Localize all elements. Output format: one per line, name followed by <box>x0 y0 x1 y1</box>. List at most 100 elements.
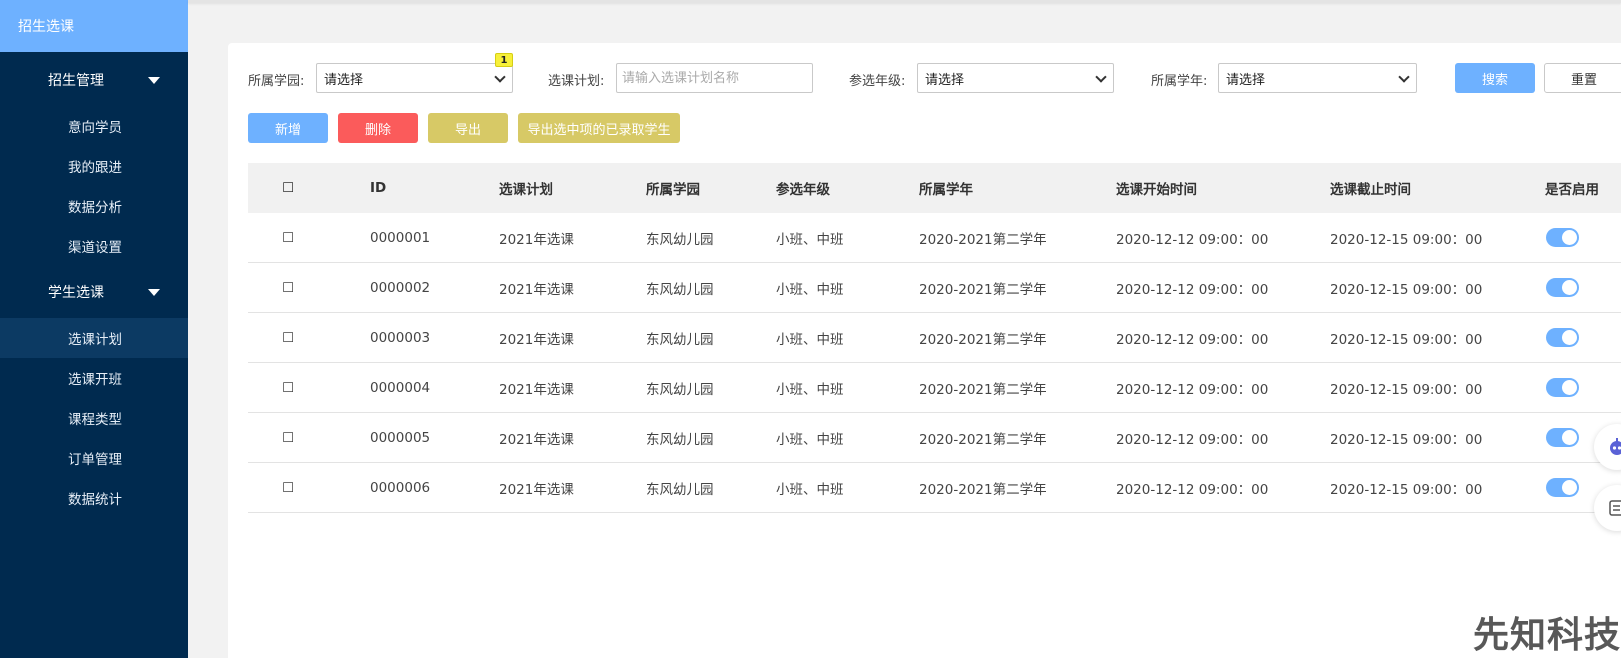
grade-select[interactable]: 请选择 <box>917 63 1114 93</box>
cell-grade: 小班、中班 <box>776 431 844 448</box>
year-select-value: 请选择 <box>1226 72 1266 88</box>
export-button[interactable]: 导出 <box>428 113 508 143</box>
year-select[interactable]: 请选择 <box>1218 63 1417 93</box>
row-checkbox[interactable]: ☐ <box>282 480 294 496</box>
plan-name-input[interactable] <box>616 63 813 93</box>
caret-down-icon <box>148 76 160 84</box>
row-checkbox[interactable]: ☐ <box>282 280 294 296</box>
cell-year: 2020-2021第二学年 <box>919 381 1047 398</box>
col-header-grade: 参选年级 <box>776 182 830 198</box>
cell-end-time: 2020-12-15 09:00：00 <box>1330 331 1483 348</box>
col-header-plan: 选课计划 <box>499 182 553 198</box>
export-selected-button[interactable]: 导出选中项的已录取学生 <box>518 113 680 143</box>
cell-start-time: 2020-12-12 09:00：00 <box>1116 431 1269 448</box>
add-button[interactable]: 新增 <box>248 113 328 143</box>
search-button[interactable]: 搜索 <box>1455 63 1535 93</box>
enabled-toggle[interactable] <box>1546 428 1579 447</box>
cell-year: 2020-2021第二学年 <box>919 481 1047 498</box>
row-checkbox[interactable]: ☐ <box>282 230 294 246</box>
col-header-year: 所属学年 <box>919 182 973 198</box>
cell-year: 2020-2021第二学年 <box>919 231 1047 248</box>
chevron-down-icon <box>1095 71 1107 83</box>
chevron-down-icon <box>494 71 506 83</box>
menu-group-enrollment[interactable]: 招生管理 <box>0 54 188 106</box>
cell-end-time: 2020-12-15 09:00：00 <box>1330 381 1483 398</box>
cell-start-time: 2020-12-12 09:00：00 <box>1116 381 1269 398</box>
cell-plan: 2021年选课 <box>499 281 574 298</box>
enabled-toggle[interactable] <box>1546 228 1579 247</box>
action-bar: 新增 删除 导出 导出选中项的已录取学生 <box>248 113 848 143</box>
cell-start-time: 2020-12-12 09:00：00 <box>1116 331 1269 348</box>
cell-end-time: 2020-12-15 09:00：00 <box>1330 481 1483 498</box>
year-filter-label: 所属学年: <box>1151 74 1208 89</box>
sidebar: 招生选课 招生管理 意向学员 我的跟进 数据分析 渠道设置 学生选课 选课计划 … <box>0 0 188 658</box>
cell-end-time: 2020-12-15 09:00：00 <box>1330 231 1483 248</box>
cell-grade: 小班、中班 <box>776 331 844 348</box>
cell-end-time: 2020-12-15 09:00：00 <box>1330 281 1483 298</box>
cell-plan: 2021年选课 <box>499 381 574 398</box>
row-checkbox[interactable]: ☐ <box>282 330 294 346</box>
cell-campus: 东风幼儿园 <box>646 281 714 298</box>
col-header-id: ID <box>370 180 387 196</box>
delete-button[interactable]: 删除 <box>338 113 418 143</box>
table-row: ☐ 0000003 2021年选课 东风幼儿园 小班、中班 2020-2021第二学年 20… <box>248 313 1621 363</box>
cell-grade: 小班、中班 <box>776 281 844 298</box>
col-header-enabled: 是否启用 <box>1545 182 1599 198</box>
grade-select-value: 请选择 <box>925 72 965 88</box>
menu-group-label: 招生管理 <box>48 73 104 89</box>
campus-filter-label: 所属学园: <box>248 74 305 89</box>
cell-year: 2020-2021第二学年 <box>919 331 1047 348</box>
row-checkbox[interactable]: ☐ <box>282 380 294 396</box>
menu-item-channels[interactable]: 渠道设置 <box>0 226 188 266</box>
cell-grade: 小班、中班 <box>776 381 844 398</box>
caret-down-icon <box>148 288 160 296</box>
select-all-checkbox[interactable]: ☐ <box>282 180 294 196</box>
cell-start-time: 2020-12-12 09:00：00 <box>1116 481 1269 498</box>
cell-year: 2020-2021第二学年 <box>919 431 1047 448</box>
table-row: ☐ 0000005 2021年选课 东风幼儿园 小班、中班 2020-2021第二学年 20… <box>248 413 1621 463</box>
cell-id: 0000004 <box>370 379 431 396</box>
menu-group-course-selection[interactable]: 学生选课 <box>0 266 188 318</box>
chevron-down-icon <box>1398 71 1410 83</box>
cell-id: 0000001 <box>370 229 431 246</box>
table-header: ☐ ID 选课计划 所属学园 参选年级 所属学年 选课开始时间 选课截止时间 是… <box>248 163 1621 213</box>
menu-item-orders[interactable]: 订单管理 <box>0 438 188 478</box>
cell-id: 0000002 <box>370 279 431 296</box>
cell-id: 0000005 <box>370 429 431 446</box>
enabled-toggle[interactable] <box>1546 278 1579 297</box>
filter-bar: 所属学园: 请选择 1 选课计划: 参选年级: 请选择 所属学年: 请选择 搜索… <box>248 53 1621 93</box>
table-row: ☐ 0000004 2021年选课 东风幼儿园 小班、中班 2020-2021第二学年 20… <box>248 363 1621 413</box>
cell-id: 0000003 <box>370 329 431 346</box>
menu-item-course-plans[interactable]: 选课计划 <box>0 318 188 358</box>
sidebar-brand[interactable]: 招生选课 <box>0 0 188 52</box>
cell-campus: 东风幼儿园 <box>646 231 714 248</box>
menu-item-followup[interactable]: 我的跟进 <box>0 146 188 186</box>
cell-campus: 东风幼儿园 <box>646 431 714 448</box>
menu-item-statistics[interactable]: 数据统计 <box>0 478 188 518</box>
menu-item-prospects[interactable]: 意向学员 <box>0 106 188 146</box>
cell-grade: 小班、中班 <box>776 231 844 248</box>
enabled-toggle[interactable] <box>1546 478 1579 497</box>
reset-button[interactable]: 重置 <box>1544 63 1621 93</box>
menu-item-course-types[interactable]: 课程类型 <box>0 398 188 438</box>
cell-plan: 2021年选课 <box>499 231 574 248</box>
table-row: ☐ 0000006 2021年选课 东风幼儿园 小班、中班 2020-2021第二学年 20… <box>248 463 1621 513</box>
course-plan-table: ☐ ID 选课计划 所属学园 参选年级 所属学年 选课开始时间 选课截止时间 是… <box>248 163 1621 513</box>
table-body: ☐ 0000001 2021年选课 东风幼儿园 小班、中班 2020-2021第二学年 20… <box>248 213 1621 513</box>
enabled-toggle[interactable] <box>1546 328 1579 347</box>
enabled-toggle[interactable] <box>1546 378 1579 397</box>
cell-year: 2020-2021第二学年 <box>919 281 1047 298</box>
top-bar <box>188 0 1621 3</box>
cell-id: 0000006 <box>370 479 431 496</box>
cell-start-time: 2020-12-12 09:00：00 <box>1116 281 1269 298</box>
content-card: 所属学园: 请选择 1 选课计划: 参选年级: 请选择 所属学年: 请选择 搜索… <box>228 43 1621 658</box>
menu-item-course-classes[interactable]: 选课开班 <box>0 358 188 398</box>
menu-group-label: 学生选课 <box>48 285 104 301</box>
cell-campus: 东风幼儿园 <box>646 481 714 498</box>
menu-item-analytics[interactable]: 数据分析 <box>0 186 188 226</box>
campus-select[interactable]: 请选择 <box>316 63 513 93</box>
row-checkbox[interactable]: ☐ <box>282 430 294 446</box>
campus-select-value: 请选择 <box>324 72 364 88</box>
cell-grade: 小班、中班 <box>776 481 844 498</box>
grade-filter-label: 参选年级: <box>849 74 906 89</box>
